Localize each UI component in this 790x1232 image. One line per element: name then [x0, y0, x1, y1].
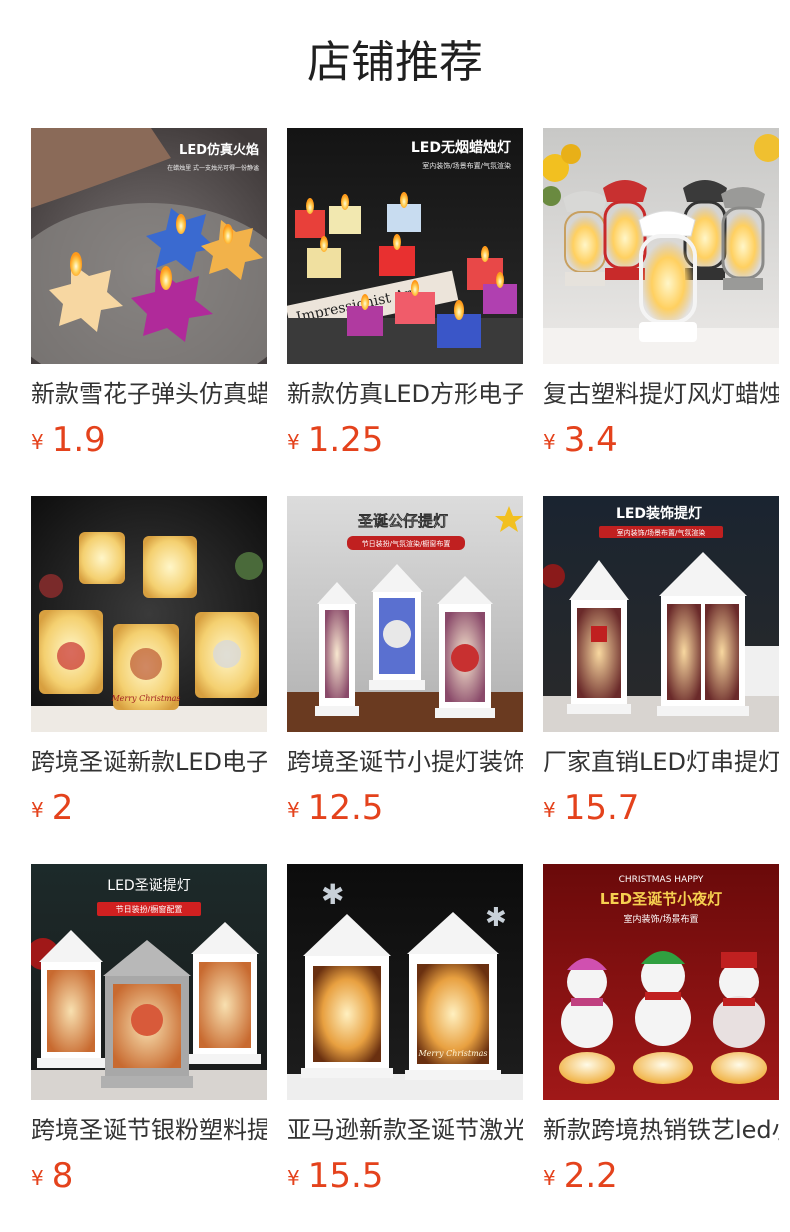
svg-text:室内装饰/场景布置/气氛渲染: 室内装饰/场景布置/气氛渲染	[422, 161, 511, 170]
product-name[interactable]: 新款仿真LED方形电子蜡烛	[287, 378, 523, 410]
product-price: ¥15.7	[543, 786, 639, 830]
laser-lantern-icon: ✱ ✱ Merry Christmas	[287, 864, 523, 1100]
price-amount: 12.5	[307, 788, 384, 828]
svg-text:CHRISTMAS HAPPY: CHRISTMAS HAPPY	[619, 875, 704, 885]
product-card[interactable]: Merry Christmas 跨境圣诞新款LED电子蜡烛 ¥2	[31, 496, 267, 864]
price-amount: 15.7	[563, 788, 640, 828]
product-price: ¥2	[31, 786, 73, 830]
product-image[interactable]: 圣诞公仔提灯 节日装扮/气氛渲染/橱窗布置	[287, 496, 523, 732]
product-card[interactable]: Impressionist Art LED无烟蜡烛灯 室内装饰/场景布置/气氛渲…	[287, 128, 523, 496]
product-image[interactable]	[543, 128, 779, 364]
product-name[interactable]: 跨境圣诞节银粉塑料提灯	[31, 1114, 267, 1146]
christmas-candle-icon: Merry Christmas	[31, 496, 267, 732]
svg-text:Merry Christmas: Merry Christmas	[110, 694, 180, 703]
product-name[interactable]: 跨境圣诞节小提灯装饰灯	[287, 746, 523, 778]
product-name[interactable]: 新款跨境热销铁艺led小夜灯	[543, 1114, 779, 1146]
product-image[interactable]: LED装饰提灯 室内装饰/场景布置/气氛渲染	[543, 496, 779, 732]
product-image[interactable]: CHRISTMAS HAPPY LED圣诞节小夜灯 室内装饰/场景布置	[543, 864, 779, 1100]
product-name[interactable]: 亚马逊新款圣诞节激光提灯	[287, 1114, 523, 1146]
svg-text:✱: ✱	[321, 878, 344, 911]
svg-text:Merry Christmas: Merry Christmas	[417, 1049, 487, 1058]
christmas-lantern-icon: 圣诞公仔提灯 节日装扮/气氛渲染/橱窗布置	[287, 496, 523, 732]
svg-text:✱: ✱	[485, 903, 507, 933]
price-amount: 15.5	[307, 1156, 384, 1196]
product-price: ¥1.25	[287, 418, 383, 462]
product-name[interactable]: 新款雪花子弹头仿真蜡烛	[31, 378, 267, 410]
svg-text:LED仿真火焰: LED仿真火焰	[179, 142, 259, 158]
price-amount: 2.2	[563, 1156, 618, 1196]
svg-text:圣诞公仔提灯: 圣诞公仔提灯	[357, 512, 448, 530]
product-image[interactable]: Merry Christmas	[31, 496, 267, 732]
price-amount: 2	[51, 788, 74, 828]
product-card[interactable]: 圣诞公仔提灯 节日装扮/气氛渲染/橱窗布置 跨境圣诞节小提灯装饰灯 ¥12.5	[287, 496, 523, 864]
currency-symbol: ¥	[287, 1166, 300, 1190]
price-amount: 1.25	[307, 420, 384, 460]
product-image[interactable]: Impressionist Art LED无烟蜡烛灯 室内装饰/场景布置/气氛渲…	[287, 128, 523, 364]
oil-lantern-icon	[543, 128, 779, 364]
product-name[interactable]: 跨境圣诞新款LED电子蜡烛	[31, 746, 267, 778]
product-card[interactable]: LED装饰提灯 室内装饰/场景布置/气氛渲染 厂家直销LED灯串提灯风灯 ¥15…	[543, 496, 779, 864]
decorative-lantern-icon: LED装饰提灯 室内装饰/场景布置/气氛渲染	[543, 496, 779, 732]
price-amount: 3.4	[563, 420, 618, 460]
svg-text:室内装饰/场景布置: 室内装饰/场景布置	[623, 913, 698, 925]
svg-text:LED无烟蜡烛灯: LED无烟蜡烛灯	[411, 139, 511, 156]
page-title: 店铺推荐	[307, 37, 483, 88]
product-card[interactable]: ✱ ✱ Merry Christmas 亚马逊新款圣诞节激光提灯	[287, 864, 523, 1232]
svg-text:LED圣诞节小夜灯: LED圣诞节小夜灯	[600, 890, 722, 908]
snowflake-candle-icon: LED仿真火焰 在蜡烛里 式一支烛光可得一份静谧	[31, 128, 267, 364]
price-amount: 1.9	[51, 420, 106, 460]
currency-symbol: ¥	[287, 430, 300, 454]
svg-text:在蜡烛里 式一支烛光可得一份静谧: 在蜡烛里 式一支烛光可得一份静谧	[167, 164, 259, 172]
currency-symbol: ¥	[31, 798, 44, 822]
svg-text:节日装扮/橱窗配置: 节日装扮/橱窗配置	[116, 904, 183, 914]
product-card[interactable]: LED圣诞提灯 节日装扮/橱窗配置 跨境圣诞节银粉塑料提灯 ¥8	[31, 864, 267, 1232]
currency-symbol: ¥	[31, 430, 44, 454]
product-card[interactable]: CHRISTMAS HAPPY LED圣诞节小夜灯 室内装饰/场景布置 新款跨境…	[543, 864, 779, 1232]
svg-text:节日装扮/气氛渲染/橱窗布置: 节日装扮/气氛渲染/橱窗布置	[362, 539, 451, 548]
svg-text:室内装饰/场景布置/气氛渲染: 室内装饰/场景布置/气氛渲染	[617, 528, 706, 537]
product-price: ¥1.9	[31, 418, 106, 462]
product-price: ¥3.4	[543, 418, 618, 462]
currency-symbol: ¥	[543, 1166, 556, 1190]
currency-symbol: ¥	[31, 1166, 44, 1190]
product-card[interactable]: 复古塑料提灯风灯蜡烛灯 ¥3.4	[543, 128, 779, 496]
product-card[interactable]: LED仿真火焰 在蜡烛里 式一支烛光可得一份静谧 新款雪花子弹头仿真蜡烛 ¥1.…	[31, 128, 267, 496]
product-price: ¥8	[31, 1154, 73, 1198]
product-price: ¥2.2	[543, 1154, 618, 1198]
product-image[interactable]: ✱ ✱ Merry Christmas	[287, 864, 523, 1100]
product-image[interactable]: LED圣诞提灯 节日装扮/橱窗配置	[31, 864, 267, 1100]
price-amount: 8	[51, 1156, 74, 1196]
currency-symbol: ¥	[543, 798, 556, 822]
glitter-lantern-icon: LED圣诞提灯 节日装扮/橱窗配置	[31, 864, 267, 1100]
product-price: ¥15.5	[287, 1154, 383, 1198]
currency-symbol: ¥	[543, 430, 556, 454]
product-name[interactable]: 厂家直销LED灯串提灯风灯	[543, 746, 779, 778]
product-name[interactable]: 复古塑料提灯风灯蜡烛灯	[543, 378, 779, 410]
product-image[interactable]: LED仿真火焰 在蜡烛里 式一支烛光可得一份静谧	[31, 128, 267, 364]
square-candle-icon: Impressionist Art LED无烟蜡烛灯 室内装饰/场景布置/气氛渲…	[287, 128, 523, 364]
svg-text:LED装饰提灯: LED装饰提灯	[616, 505, 702, 522]
product-grid: LED仿真火焰 在蜡烛里 式一支烛光可得一份静谧 新款雪花子弹头仿真蜡烛 ¥1.…	[31, 128, 790, 1232]
snowman-night-light-icon: CHRISTMAS HAPPY LED圣诞节小夜灯 室内装饰/场景布置	[543, 864, 779, 1100]
product-price: ¥12.5	[287, 786, 383, 830]
currency-symbol: ¥	[287, 798, 300, 822]
svg-text:LED圣诞提灯: LED圣诞提灯	[107, 878, 190, 894]
